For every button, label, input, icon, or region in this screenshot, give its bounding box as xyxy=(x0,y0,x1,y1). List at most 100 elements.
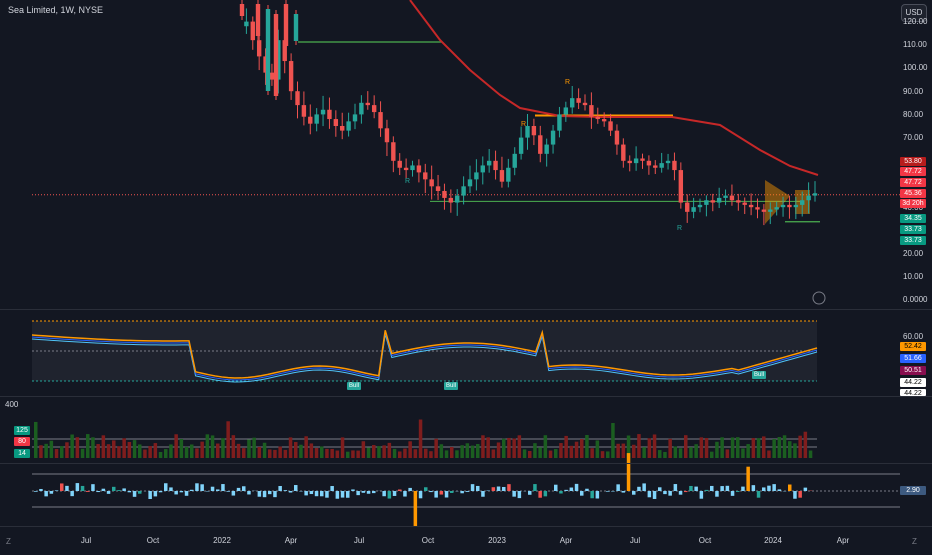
chart-canvas[interactable] xyxy=(0,0,932,550)
panel-separator[interactable] xyxy=(0,309,932,310)
volume-bar xyxy=(559,443,563,458)
oscillator-bar xyxy=(310,491,314,494)
candle-body xyxy=(743,203,747,205)
candle-body xyxy=(289,61,293,91)
candle-body xyxy=(321,110,325,115)
volume-bar xyxy=(793,443,797,458)
oscillator-bar xyxy=(362,491,366,493)
bull-divergence-tag: Bull xyxy=(444,382,458,390)
volume-bar xyxy=(102,435,106,458)
candle-body xyxy=(429,179,433,186)
volume-bar xyxy=(117,446,121,458)
oscillator-bar xyxy=(351,489,355,491)
volume-bar xyxy=(76,437,80,458)
volume-bar xyxy=(128,442,132,458)
oscillator-bar xyxy=(440,491,444,495)
price-tag: 53.80 xyxy=(900,157,926,166)
candle-body xyxy=(544,145,548,154)
oscillator-bar xyxy=(752,485,756,491)
volume-bar xyxy=(429,451,433,458)
volume-bar xyxy=(788,441,792,458)
oscillator-bar xyxy=(174,491,178,494)
volume-bar xyxy=(211,435,215,458)
oscillator-bar xyxy=(60,483,64,491)
volume-bar xyxy=(169,444,173,458)
oscillator-bar xyxy=(70,491,74,496)
price-tag: 47.72 xyxy=(900,178,926,187)
volume-bar xyxy=(39,445,43,458)
volume-bar xyxy=(372,445,376,458)
candle-body xyxy=(787,205,791,207)
oscillator-bar xyxy=(710,486,714,491)
rsi-tag: 50.51 xyxy=(900,366,926,375)
oscillator-bar xyxy=(133,491,137,497)
volume-bar xyxy=(466,443,470,458)
candle-body xyxy=(314,114,318,123)
candle-body xyxy=(698,205,702,207)
volume-bar xyxy=(419,420,423,458)
oscillator-bar xyxy=(715,491,719,497)
candle-body xyxy=(244,22,248,27)
oscillator-bar xyxy=(200,484,204,491)
price-tag: 34.35 xyxy=(900,214,926,223)
volume-bar xyxy=(216,444,220,458)
volume-bar xyxy=(632,445,636,458)
volume-bar xyxy=(91,437,95,458)
oscillator-bar xyxy=(564,490,568,491)
candle-body xyxy=(404,168,408,170)
reversal-marker: R xyxy=(677,225,682,232)
volume-bar xyxy=(336,451,340,458)
rsi-tag: 51.66 xyxy=(900,354,926,363)
candle-body xyxy=(615,131,619,145)
candle-body xyxy=(487,161,491,166)
panel-separator[interactable] xyxy=(0,463,932,464)
oscillator-bar xyxy=(596,491,600,498)
volume-bar xyxy=(616,444,620,458)
oscillator-bar xyxy=(169,487,173,491)
oscillator-bar xyxy=(538,491,542,498)
candle-body xyxy=(583,103,587,105)
chart-stage[interactable]: Sea Limited, 1W, NYSE USD 120.00110.0010… xyxy=(0,0,932,550)
volume-bar xyxy=(778,437,782,458)
volume-bar xyxy=(226,421,230,458)
volume-bar xyxy=(663,452,667,458)
oscillator-bar xyxy=(580,491,584,496)
volume-bar xyxy=(564,436,568,458)
oscillator-bar xyxy=(668,491,672,496)
candle-body xyxy=(506,168,510,182)
volume-top-label: 400 xyxy=(5,400,18,409)
oscillator-bar xyxy=(102,489,106,491)
candle-body xyxy=(257,40,261,56)
oscillator-bar xyxy=(554,485,558,491)
time-axis-tick: 2023 xyxy=(488,536,506,545)
candle-body xyxy=(647,161,651,166)
flash-icon xyxy=(813,292,825,304)
candle-body xyxy=(730,196,734,201)
price-axis-tick: 70.00 xyxy=(903,133,923,142)
oscillator-bar xyxy=(460,491,464,493)
volume-bar xyxy=(710,452,714,458)
oscillator-bar xyxy=(570,488,574,491)
candle-body xyxy=(391,142,395,161)
candle-body xyxy=(800,200,804,205)
volume-bar xyxy=(377,446,381,458)
volume-bar xyxy=(60,446,64,458)
panel-separator[interactable] xyxy=(0,396,932,397)
oscillator-bar xyxy=(590,491,594,498)
bull-divergence-tag: Bull xyxy=(347,382,361,390)
candle-body xyxy=(589,105,593,117)
volume-bar xyxy=(596,440,600,458)
oscillator-bar xyxy=(663,491,667,494)
oscillator-bar xyxy=(278,486,282,491)
oscillator-bar xyxy=(91,484,95,491)
oscillator-bar xyxy=(471,484,475,491)
time-axis-tick: Jul xyxy=(354,536,364,545)
volume-bar xyxy=(143,450,147,458)
volume-bar xyxy=(44,444,48,458)
oscillator-bar xyxy=(528,491,532,495)
volume-bar xyxy=(252,438,256,458)
oscillator-bar xyxy=(356,491,360,495)
candle-body xyxy=(256,4,260,36)
oscillator-bar xyxy=(294,485,298,491)
oscillator-bar xyxy=(237,488,241,491)
